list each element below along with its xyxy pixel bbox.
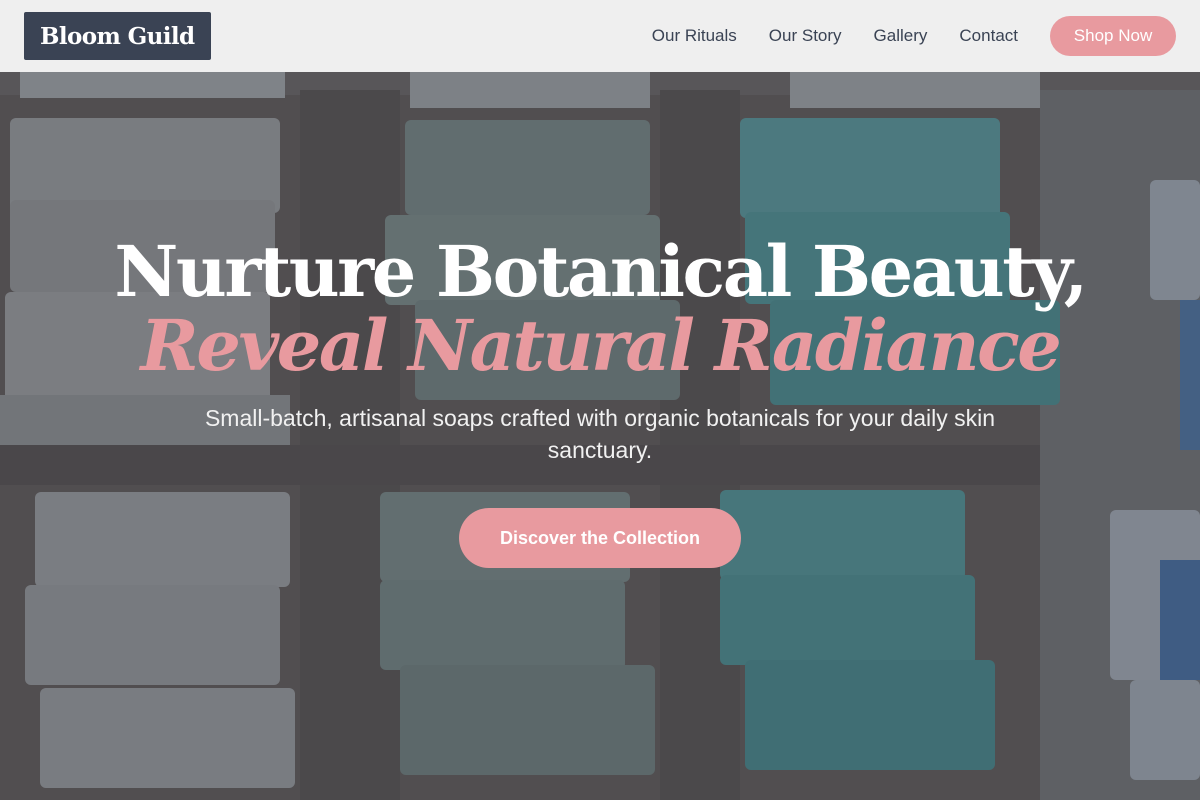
shop-now-button[interactable]: Shop Now (1050, 16, 1176, 56)
nav-link-our-story[interactable]: Our Story (769, 26, 842, 46)
main-nav: Our Rituals Our Story Gallery Contact Sh… (652, 16, 1176, 56)
hero-content: Nurture Botanical Beauty, Reveal Natural… (0, 232, 1200, 568)
site-header: Bloom Guild Our Rituals Our Story Galler… (0, 0, 1200, 72)
hero-subtitle: Small-batch, artisanal soaps crafted wit… (204, 405, 996, 463)
discover-collection-button[interactable]: Discover the Collection (459, 508, 741, 568)
nav-link-our-rituals[interactable]: Our Rituals (652, 26, 737, 46)
hero-headline-line2: Reveal Natural Radiance (140, 304, 1062, 387)
nav-link-contact[interactable]: Contact (959, 26, 1018, 46)
hero-headline-line1: Nurture Botanical Beauty, (114, 230, 1088, 313)
nav-link-gallery[interactable]: Gallery (874, 26, 928, 46)
brand-logo[interactable]: Bloom Guild (24, 12, 211, 60)
